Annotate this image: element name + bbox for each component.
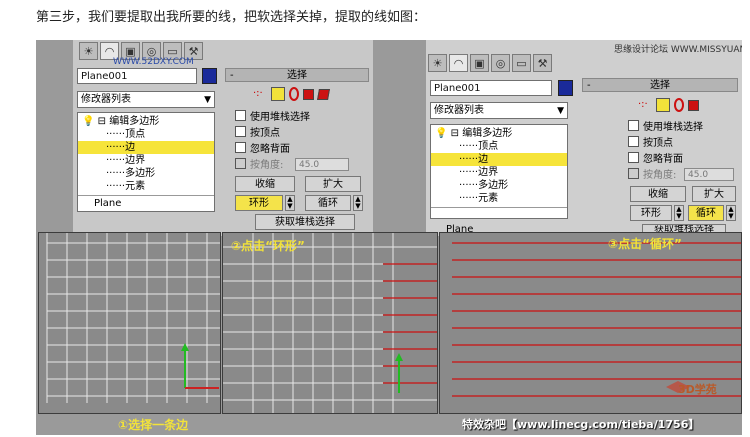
grid-lines [223, 233, 437, 413]
border-mode-icon[interactable] [674, 98, 684, 112]
object-name-field[interactable]: Plane001 [77, 68, 197, 84]
chevron-down-icon: ▼ [204, 95, 211, 105]
angle-spinner[interactable]: 45.0 [295, 158, 349, 171]
modify-tab-icon[interactable]: ◠ [449, 54, 468, 72]
object-name-field[interactable]: Plane001 [430, 80, 552, 96]
vertex-mode-icon[interactable]: ·:· [638, 98, 652, 112]
polygon-mode-icon[interactable] [688, 99, 699, 111]
element-mode-icon[interactable] [317, 88, 330, 100]
stack-item-polygon[interactable]: ······多边形 [78, 167, 214, 180]
viewport-3[interactable]: ③点击“循环” 3D学苑 [439, 232, 742, 414]
ignore-backfacing-checkbox[interactable]: 忽略背面 [235, 142, 290, 156]
collapse-icon: - [230, 70, 234, 81]
use-stack-selection-checkbox[interactable]: 使用堆栈选择 [235, 110, 310, 124]
step-1-caption: ①选择一条边 [118, 418, 189, 432]
polygon-mode-icon[interactable] [303, 88, 314, 100]
stack-item-element[interactable]: ······元素 [431, 192, 567, 205]
border-mode-icon[interactable] [289, 87, 299, 101]
grow-button[interactable]: 扩大 [305, 176, 361, 192]
ignore-backfacing-checkbox[interactable]: 忽略背面 [628, 152, 683, 166]
step-2-caption: ②点击“环形” [231, 239, 305, 253]
viewport-1[interactable] [38, 232, 221, 414]
stack-separator [431, 207, 567, 208]
angle-spinner[interactable]: 45.0 [684, 168, 734, 181]
shrink-button[interactable]: 收缩 [235, 176, 295, 192]
hierarchy-tab-icon[interactable]: ▣ [470, 54, 489, 72]
utilities-tab-icon[interactable]: ⚒ [533, 54, 552, 72]
stack-item-polygon[interactable]: ······多边形 [431, 179, 567, 192]
stack-item-vertex[interactable]: ······顶点 [431, 140, 567, 153]
stack-item-edit-poly[interactable]: 💡 ⊟ 编辑多边形 [82, 115, 214, 128]
stack-item-edge[interactable]: ······边 [78, 141, 214, 154]
modifier-stack: 💡 ⊟ 编辑多边形 ······顶点 ······边 ······边界 ····… [77, 112, 215, 212]
ring-selected-edges [383, 263, 437, 384]
collapse-icon: - [587, 80, 591, 91]
command-tabs-right: ☀ ◠ ▣ ◎ ▭ ⚒ [428, 54, 552, 72]
page: { "intro_text": "第三步，我们要提取出我所要的线，把软选择关掉，… [0, 0, 750, 437]
viewport-2-grid [223, 233, 437, 413]
ring-spinner[interactable]: ▲ ▼ [285, 195, 295, 211]
vertex-mode-icon[interactable]: ·:· [253, 87, 267, 101]
grid-lines [46, 233, 220, 403]
selection-rollout-header[interactable]: - 选择 [225, 68, 369, 82]
modifier-list-label: 修改器列表 [81, 94, 131, 105]
lightbulb-icon: 💡 [435, 128, 448, 139]
loop-spinner[interactable]: ▲ ▼ [353, 195, 363, 211]
loop-spinner[interactable]: ▲ ▼ [726, 205, 736, 221]
ring-button[interactable]: 环形 [630, 205, 672, 221]
edge-mode-icon[interactable] [271, 87, 285, 101]
chevron-down-icon: ▼ [557, 106, 564, 116]
ring-spinner[interactable]: ▲ ▼ [674, 205, 684, 221]
shrink-button[interactable]: 收缩 [630, 186, 686, 202]
lightbulb-icon: 💡 [82, 116, 95, 127]
screenshot-composite: ☀ ◠ ▣ ◎ ▭ ⚒ WWW.52DXY.COM Plane001 修改器列表… [36, 40, 742, 435]
use-stack-selection-checkbox[interactable]: 使用堆栈选择 [628, 120, 703, 134]
subobject-icons: ·:· [253, 86, 330, 102]
selection-rollout-title: 选择 [650, 80, 670, 91]
footer-text: 特效杂吧【www.linecg.com/tieba/1756】 [462, 418, 700, 431]
edge-mode-icon[interactable] [656, 98, 670, 112]
stack-item-border[interactable]: ······边界 [431, 166, 567, 179]
by-vertex-checkbox[interactable]: 按顶点 [628, 136, 673, 150]
viewport-2[interactable]: ②点击“环形” [222, 232, 438, 414]
modifier-stack: 💡 ⊟ 编辑多边形 ······顶点 ······边 ······边界 ····… [430, 124, 568, 219]
get-stack-selection-button[interactable]: 获取堆栈选择 [255, 214, 355, 230]
stack-item-plane[interactable]: Plane [94, 197, 214, 210]
left-command-panel: ☀ ◠ ▣ ◎ ▭ ⚒ WWW.52DXY.COM Plane001 修改器列表… [73, 40, 373, 236]
stack-item-border[interactable]: ······边界 [78, 154, 214, 167]
selection-rollout-header[interactable]: - 选择 [582, 78, 738, 92]
by-angle-checkbox[interactable]: 按角度: [628, 168, 676, 182]
watermark-left: WWW.52DXY.COM [113, 57, 194, 67]
modifier-list-dropdown[interactable]: 修改器列表 ▼ [77, 91, 215, 108]
stack-item-edit-poly[interactable]: 💡 ⊟ 编辑多边形 [435, 127, 567, 140]
step-3-caption: ③点击“循环” [608, 237, 682, 251]
intro-text: 第三步，我们要提取出我所要的线，把软选择关掉，提取的线如图： [36, 10, 427, 25]
create-tab-icon[interactable]: ☀ [428, 54, 447, 72]
by-vertex-checkbox[interactable]: 按顶点 [235, 126, 280, 140]
display-tab-icon[interactable]: ▭ [512, 54, 531, 72]
selection-rollout-title: 选择 [287, 70, 307, 81]
stack-separator [78, 195, 214, 196]
object-color-swatch[interactable] [558, 80, 573, 96]
by-angle-checkbox[interactable]: 按角度: [235, 158, 283, 172]
loop-button[interactable]: 循环 [688, 205, 724, 221]
stack-item-edge[interactable]: ······边 [431, 153, 567, 166]
modifier-list-dropdown[interactable]: 修改器列表 ▼ [430, 102, 568, 119]
stack-item-vertex[interactable]: ······顶点 [78, 128, 214, 141]
gizmo-axes [395, 353, 403, 393]
stack-item-element[interactable]: ······元素 [78, 180, 214, 193]
loop-selected-edges [452, 242, 741, 397]
right-command-panel: 思缘设计论坛 WWW.MISSYUAN.COM ☀ ◠ ▣ ◎ ▭ ⚒ Plan… [426, 40, 742, 236]
ring-button[interactable]: 环形 [235, 195, 283, 211]
create-tab-icon[interactable]: ☀ [79, 42, 98, 60]
logo-text: 3D学苑 [678, 383, 717, 396]
motion-tab-icon[interactable]: ◎ [491, 54, 510, 72]
object-color-swatch[interactable] [202, 68, 217, 84]
subobject-icons: ·:· [638, 97, 699, 113]
loop-button[interactable]: 循环 [305, 195, 351, 211]
modifier-list-label: 修改器列表 [434, 105, 484, 116]
watermark-right: 思缘设计论坛 WWW.MISSYUAN.COM [614, 45, 742, 55]
grow-button[interactable]: 扩大 [692, 186, 736, 202]
viewport-1-grid [46, 233, 220, 403]
